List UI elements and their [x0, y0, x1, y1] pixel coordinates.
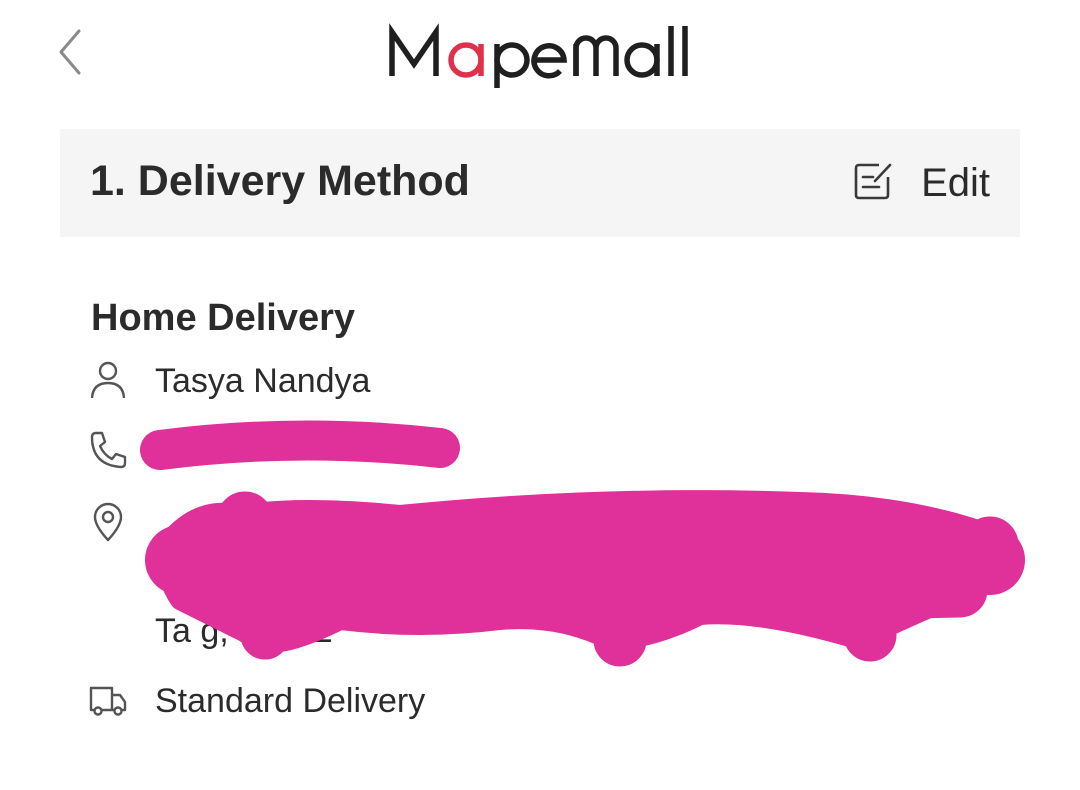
edit-note-icon [853, 161, 893, 206]
back-button[interactable] [50, 26, 90, 82]
checkout-page: 1. Delivery Method Edit Home Delivery Ta… [0, 0, 1080, 790]
address-tail: Ta g, 15122 [155, 612, 333, 650]
address-row [88, 502, 128, 542]
delivery-method-header: 1. Delivery Method Edit [60, 129, 1020, 237]
brand-logo [388, 14, 692, 94]
recipient-name: Tasya Nandya [155, 362, 371, 400]
person-icon [88, 360, 128, 400]
delivery-method-title: Home Delivery [91, 297, 356, 339]
recipient-row: Tasya Nandya [88, 360, 370, 400]
shipping-type: Standard Delivery [155, 682, 426, 720]
truck-icon [88, 680, 128, 720]
location-pin-icon [88, 502, 128, 542]
shipping-row: Standard Delivery [88, 680, 425, 720]
edit-label: Edit [921, 161, 990, 205]
phone-row [88, 430, 128, 470]
phone-icon [88, 430, 128, 470]
edit-button[interactable]: Edit [853, 161, 990, 206]
chevron-left-icon [55, 27, 85, 82]
section-title: 1. Delivery Method [90, 157, 470, 205]
